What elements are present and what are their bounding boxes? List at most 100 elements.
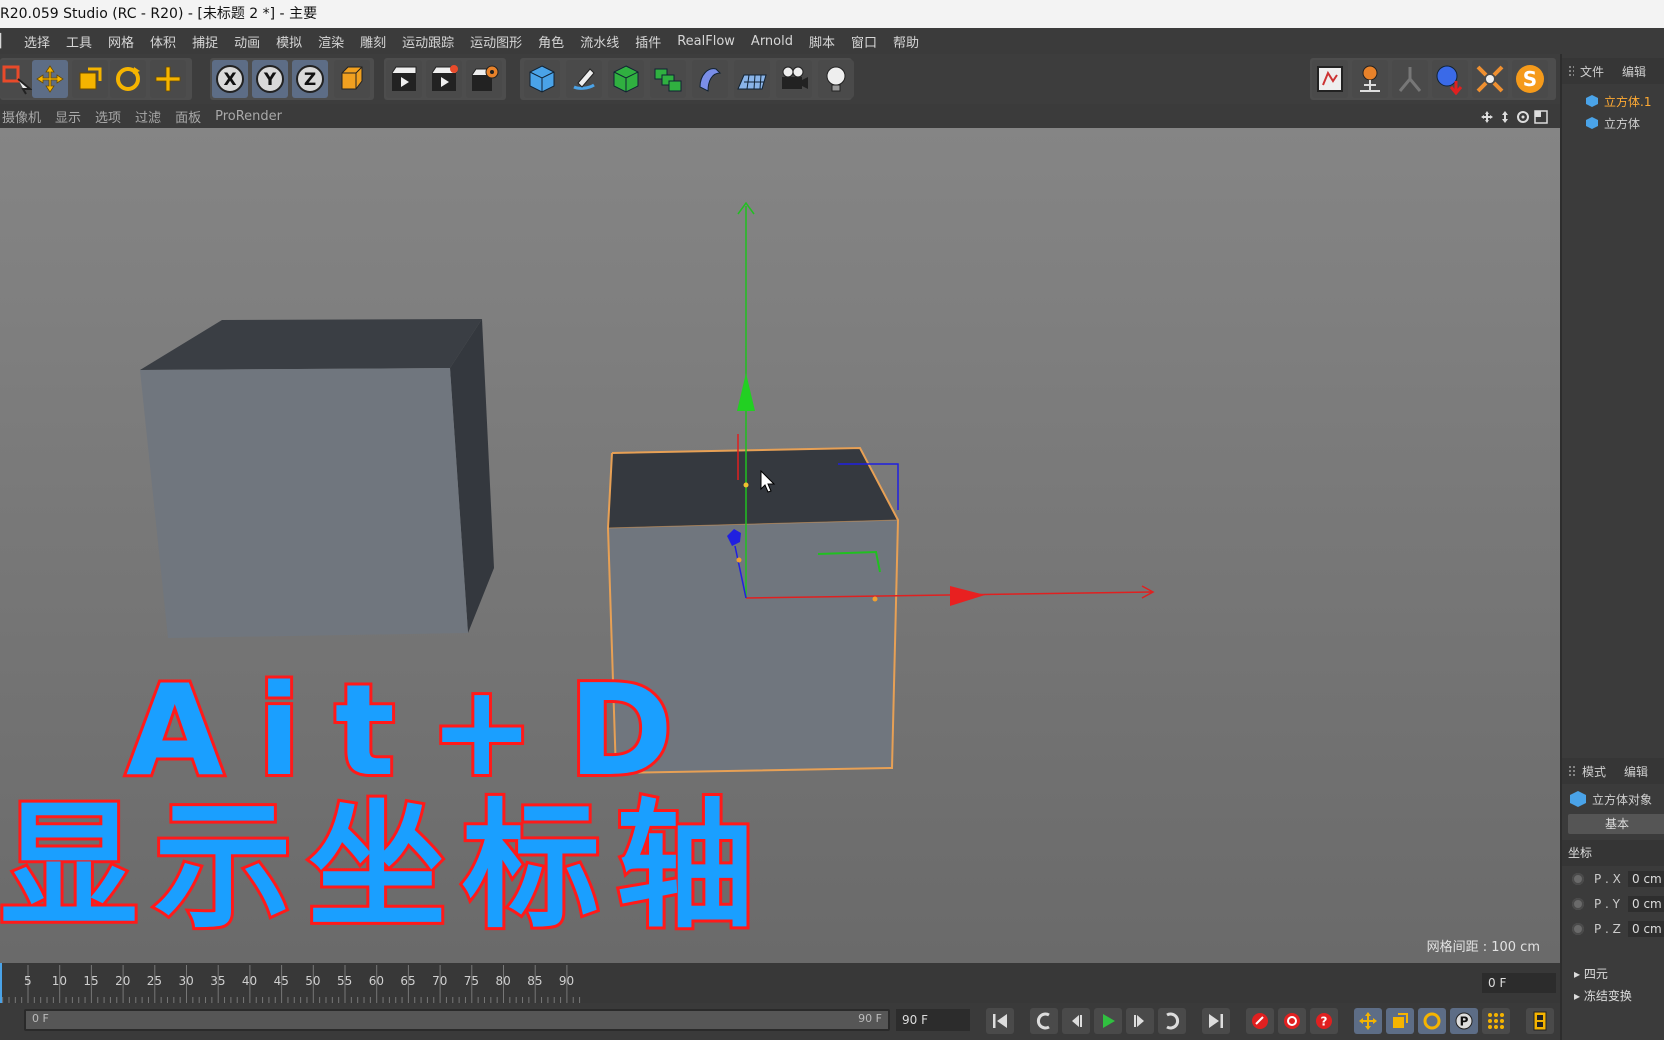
tab-file[interactable]: 文件: [1580, 63, 1604, 80]
frame-range-slider[interactable]: 0 F 90 F: [24, 1009, 890, 1031]
key-scale-button[interactable]: [1386, 1008, 1414, 1034]
menu-item-5[interactable]: 动画: [226, 32, 268, 51]
axis-z-lock-button[interactable]: Z: [292, 60, 328, 98]
coordinate-system-button[interactable]: [334, 60, 370, 98]
pen-tool-button[interactable]: [566, 60, 602, 98]
grip-icon[interactable]: [1568, 65, 1574, 77]
go-to-start-button[interactable]: [986, 1008, 1014, 1034]
menu-item-14[interactable]: RealFlow: [669, 34, 743, 49]
expand-freeze-transform[interactable]: ▸ 冻结变换: [1562, 985, 1664, 1007]
property-value-field[interactable]: 0 cm: [1628, 920, 1664, 937]
menu-item-12[interactable]: 流水线: [572, 32, 627, 51]
property-value-field[interactable]: 0 cm: [1628, 895, 1664, 912]
key-parameter-button[interactable]: P: [1450, 1008, 1478, 1034]
menu-item-8[interactable]: 雕刻: [352, 32, 394, 51]
rotate-view-icon[interactable]: [1516, 109, 1530, 123]
menu-item-15[interactable]: Arnold: [743, 34, 801, 49]
menu-item-11[interactable]: 角色: [530, 32, 572, 51]
subdivision-surface-button[interactable]: [608, 60, 644, 98]
menu-item-9[interactable]: 运动跟踪: [394, 32, 462, 51]
camera-button[interactable]: [776, 60, 812, 98]
3d-viewport[interactable]: Ait+D 显示坐标轴 网格间距 : 100 cm: [0, 128, 1560, 963]
light-button[interactable]: [818, 60, 854, 98]
previous-frame-button[interactable]: [1062, 1008, 1090, 1034]
keyframe-toggle[interactable]: [1572, 922, 1584, 935]
timeline-ruler[interactable]: 5 10 15 20 25 30 35 40 45 50 55 60 65 70 75 80 85 90: [0, 963, 1470, 1003]
section-coordinates[interactable]: 坐标: [1562, 840, 1664, 866]
menu-item-6[interactable]: 模拟: [268, 32, 310, 51]
menu-item-3[interactable]: 体积: [142, 32, 184, 51]
menu-item-7[interactable]: 渲染: [310, 32, 352, 51]
sphere-button[interactable]: [1432, 60, 1468, 98]
explode-button[interactable]: [1472, 60, 1508, 98]
axis-x-lock-button[interactable]: X: [212, 60, 248, 98]
menu-item-18[interactable]: 帮助: [885, 32, 927, 51]
property-value-field[interactable]: 0 cm: [1628, 870, 1664, 887]
pan-view-icon[interactable]: [1480, 109, 1494, 123]
menu-item-17[interactable]: 窗口: [843, 32, 885, 51]
rotate-tool-button[interactable]: [110, 60, 146, 98]
deformer-button[interactable]: [692, 60, 728, 98]
cube-object[interactable]: [140, 319, 494, 638]
render-view-button[interactable]: [386, 60, 422, 98]
select-tool-button[interactable]: [0, 60, 36, 98]
render-settings-button[interactable]: [466, 60, 502, 98]
array-button[interactable]: [650, 60, 686, 98]
y-axis-handle[interactable]: [737, 373, 755, 411]
scale-tool-button[interactable]: [72, 60, 108, 98]
object-list-item-cube-1[interactable]: 立方体.1: [1562, 90, 1664, 112]
go-to-end-button[interactable]: [1202, 1008, 1230, 1034]
menu-item-13[interactable]: 插件: [627, 32, 669, 51]
cube-primitive-icon: [529, 65, 555, 93]
tab-edit[interactable]: 编辑: [1622, 63, 1646, 80]
move-tool-button[interactable]: [32, 60, 68, 98]
key-rotation-button[interactable]: [1418, 1008, 1446, 1034]
toggle-view-icon[interactable]: [1534, 109, 1548, 124]
add-cube-button[interactable]: [524, 60, 560, 98]
transform-tool-button[interactable]: [150, 60, 186, 98]
menu-item-2[interactable]: 网格: [100, 32, 142, 51]
render-picture-viewer-button[interactable]: [426, 60, 462, 98]
axis-y-lock-button[interactable]: Y: [252, 60, 288, 98]
viewport-menu-item-2[interactable]: 选项: [91, 107, 131, 126]
viewport-menu-item-0[interactable]: 摄像机: [0, 107, 51, 126]
layout-button[interactable]: [1312, 60, 1348, 98]
key-position-button[interactable]: [1354, 1008, 1382, 1034]
play-button[interactable]: [1094, 1008, 1122, 1034]
current-frame-field[interactable]: 0 F: [1482, 973, 1556, 993]
object-list-item-cube[interactable]: 立方体: [1562, 112, 1664, 134]
timeline-window-button[interactable]: [1526, 1008, 1554, 1034]
character-button[interactable]: [1392, 60, 1428, 98]
menu-item-10[interactable]: 运动图形: [462, 32, 530, 51]
tab-mode[interactable]: 模式: [1582, 763, 1606, 780]
tab-basic[interactable]: 基本: [1568, 814, 1664, 834]
next-frame-button[interactable]: [1126, 1008, 1154, 1034]
next-key-button[interactable]: [1158, 1008, 1186, 1034]
edit-tool-button[interactable]: [1352, 60, 1388, 98]
viewport-menu-item-1[interactable]: 显示: [51, 107, 91, 126]
previous-key-button[interactable]: [1030, 1008, 1058, 1034]
viewport-menu-item-3[interactable]: 过滤: [131, 107, 171, 126]
expand-quaternion[interactable]: ▸ 四元: [1562, 963, 1664, 985]
menu-item-edit-partial[interactable]: ▏: [0, 34, 16, 49]
s-plugin-button[interactable]: S: [1512, 60, 1548, 98]
menu-item-16[interactable]: 脚本: [801, 32, 843, 51]
tab-edit[interactable]: 编辑: [1624, 763, 1648, 780]
keyframe-toggle[interactable]: [1572, 897, 1584, 910]
key-pla-button[interactable]: [1482, 1008, 1510, 1034]
floor-button[interactable]: [734, 60, 770, 98]
menu-item-4[interactable]: 捕捉: [184, 32, 226, 51]
end-frame-field[interactable]: 90 F: [896, 1009, 970, 1031]
grip-icon[interactable]: [1568, 765, 1576, 777]
menu-item-1[interactable]: 工具: [58, 32, 100, 51]
x-axis-handle[interactable]: [950, 586, 985, 606]
keyframe-toggle[interactable]: [1572, 872, 1584, 885]
dolly-view-icon[interactable]: [1498, 109, 1512, 123]
menu-item-0[interactable]: 选择: [16, 32, 58, 51]
timeline[interactable]: 5 10 15 20 25 30 35 40 45 50 55 60 65 70 75 80 85 90 0 F: [0, 963, 1560, 1003]
keyframe-selection-button[interactable]: ?: [1310, 1008, 1338, 1034]
record-button[interactable]: [1246, 1008, 1274, 1034]
autokey-button[interactable]: [1278, 1008, 1306, 1034]
viewport-menu-item-4[interactable]: 面板: [171, 107, 211, 126]
viewport-menu-item-5[interactable]: ProRender: [211, 109, 292, 124]
